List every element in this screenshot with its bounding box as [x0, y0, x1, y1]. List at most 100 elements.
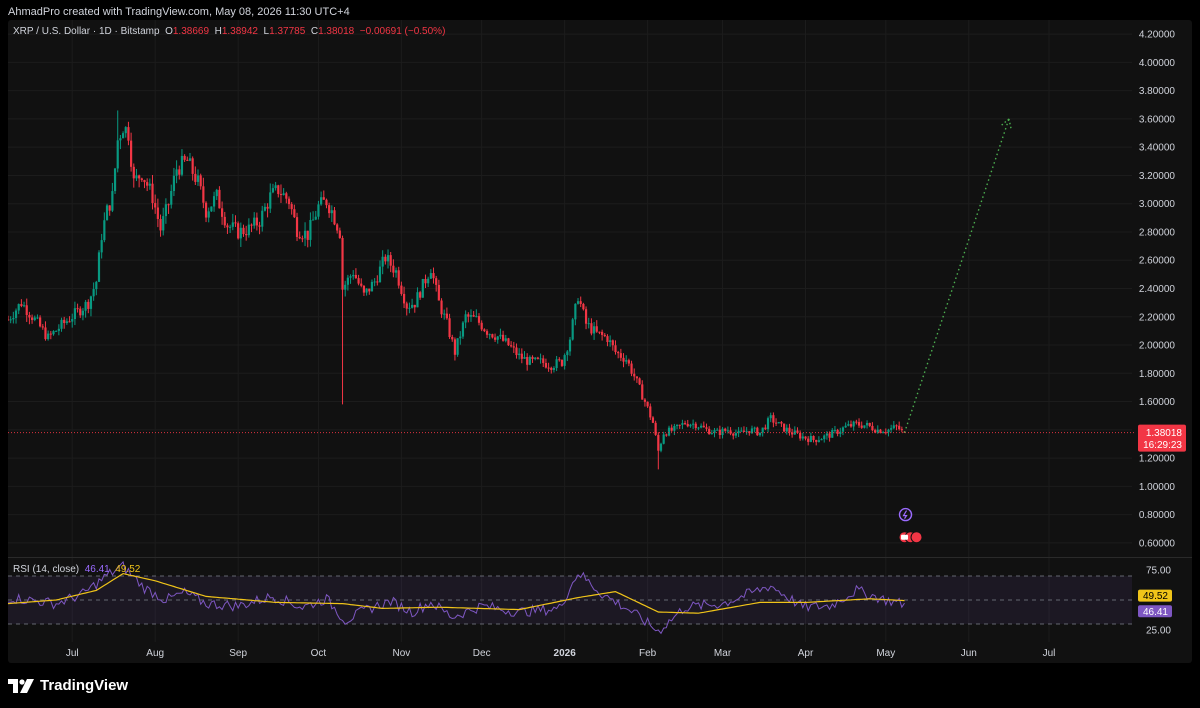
- candle-up: [269, 183, 272, 213]
- candle-down: [419, 290, 422, 300]
- candle-body: [28, 315, 31, 318]
- candle-body: [571, 319, 574, 340]
- candle-down: [542, 355, 545, 368]
- candle-body: [17, 304, 20, 311]
- candle-body: [416, 292, 419, 308]
- candle-body: [146, 182, 149, 186]
- candle-down: [76, 303, 79, 313]
- candle-body: [568, 339, 572, 352]
- chart-panel[interactable]: 4.20000 4.00000 3.80000 3.60000 3.40000 3.200…: [8, 20, 1192, 663]
- candle-body: [882, 432, 885, 434]
- candle-up: [320, 191, 323, 206]
- candle-body: [362, 285, 366, 293]
- candle-up: [95, 280, 98, 296]
- candle-body: [411, 304, 414, 308]
- candle-down: [788, 423, 791, 436]
- candle-body: [95, 281, 98, 290]
- candle-body: [121, 133, 125, 139]
- candle-down: [772, 412, 775, 428]
- price-tick-label: 3.40000: [1139, 143, 1176, 154]
- candle-body: [253, 217, 256, 226]
- candle-up: [175, 160, 178, 184]
- candle-body: [346, 277, 349, 285]
- candle-up: [475, 309, 478, 318]
- candle-down: [28, 311, 31, 325]
- candle-body: [352, 274, 355, 277]
- candle-body: [633, 373, 636, 377]
- candle-up: [386, 249, 390, 269]
- candle-body: [453, 339, 457, 355]
- candle-up: [370, 279, 374, 292]
- candle-up: [571, 317, 574, 341]
- candle-up: [261, 205, 264, 232]
- candle-up: [12, 311, 15, 324]
- candle-body: [138, 175, 141, 179]
- candle-up: [111, 182, 114, 213]
- candle-body: [381, 256, 384, 267]
- candle-up: [793, 426, 796, 435]
- candle-body: [863, 425, 866, 428]
- candle-body: [384, 256, 387, 262]
- candle-down: [424, 274, 427, 289]
- candle-body: [191, 158, 194, 174]
- candle-body: [622, 357, 625, 362]
- candle-body: [667, 427, 671, 436]
- candle-body: [724, 428, 727, 431]
- candle-body: [764, 427, 767, 430]
- candle-down: [603, 333, 606, 338]
- candle-body: [852, 421, 855, 427]
- candle-up: [809, 432, 812, 443]
- candle-body: [408, 307, 411, 309]
- candle-body: [124, 127, 127, 134]
- candle-body: [370, 281, 374, 292]
- candle-body: [295, 217, 299, 237]
- candle-down: [485, 329, 489, 339]
- candle-body: [333, 210, 336, 225]
- candle-up: [801, 432, 804, 441]
- candle-body: [582, 303, 585, 310]
- candle-up: [210, 206, 213, 212]
- candle-body: [140, 178, 143, 181]
- candle-down: [483, 328, 486, 333]
- candle-body: [662, 434, 665, 444]
- candle-down: [445, 307, 448, 320]
- candle-body: [836, 429, 839, 434]
- candle-body: [646, 401, 649, 407]
- candle-body: [868, 422, 871, 426]
- brand-name: TradingView: [40, 677, 129, 694]
- candle-down: [633, 368, 636, 381]
- chart-canvas[interactable]: 4.20000 4.00000 3.80000 3.60000 3.40000 3.200…: [8, 20, 1192, 663]
- candle-up: [777, 421, 780, 424]
- candle-body: [100, 240, 103, 253]
- low-value: 1.37785: [269, 26, 306, 37]
- candle-down: [646, 401, 649, 408]
- candle-body: [716, 429, 719, 431]
- candle-body: [263, 206, 267, 211]
- candle-body: [328, 205, 331, 214]
- time-tick-label: Nov: [393, 648, 411, 659]
- candle-down: [338, 227, 341, 239]
- candle-up: [518, 348, 521, 360]
- candle-up: [311, 211, 315, 221]
- candle-body: [320, 197, 323, 205]
- candle-up: [22, 301, 26, 308]
- candle-down: [635, 376, 639, 383]
- candle-down: [413, 304, 416, 313]
- candle-body: [890, 428, 893, 430]
- candle-body: [290, 204, 293, 210]
- candle-body: [777, 422, 780, 424]
- candle-up: [890, 424, 893, 433]
- tradingview-brand[interactable]: TradingView: [8, 677, 128, 694]
- candle-body: [603, 334, 606, 337]
- candle-body: [708, 428, 711, 435]
- candle-down: [453, 337, 457, 361]
- candle-body: [55, 330, 58, 332]
- candle-body: [405, 303, 408, 309]
- candle-body: [76, 308, 79, 310]
- candle-body: [57, 328, 60, 331]
- candle-up: [785, 424, 788, 435]
- candle-body: [199, 175, 202, 187]
- price-tick-label: 0.80000: [1139, 510, 1176, 521]
- candle-body: [619, 353, 622, 358]
- candle-up: [574, 303, 577, 326]
